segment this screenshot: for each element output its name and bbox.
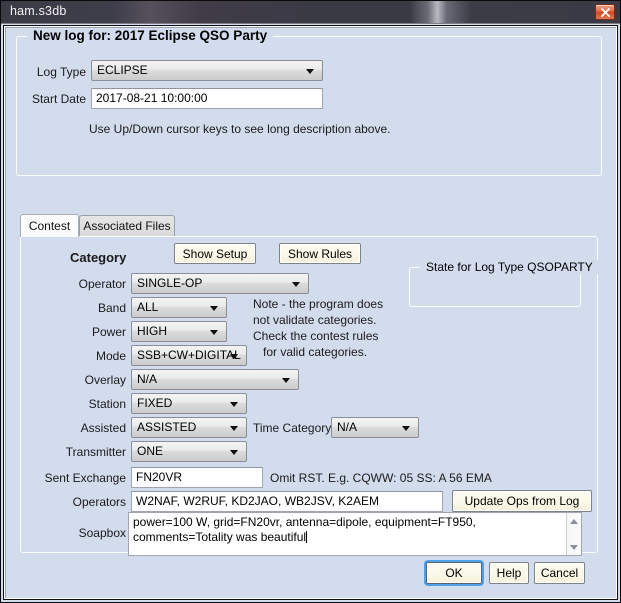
help-button[interactable]: Help xyxy=(489,562,529,584)
band-value: ALL xyxy=(137,300,158,314)
time-category-label: Time Category xyxy=(253,421,331,435)
note-line-2: not validate categories. xyxy=(253,313,376,327)
state-for-log-type-title: State for Log Type QSOPARTY xyxy=(420,260,599,274)
window-title: ham.s3db xyxy=(10,4,67,18)
chevron-down-icon xyxy=(230,354,238,359)
operator-combobox[interactable]: SINGLE-OP xyxy=(131,273,309,294)
note-line-1: Note - the program does xyxy=(253,297,383,311)
chevron-down-icon xyxy=(402,426,410,431)
log-type-label: Log Type xyxy=(16,65,86,79)
chevron-down-icon xyxy=(230,426,238,431)
mode-value: SSB+CW+DIGITAL xyxy=(137,348,241,362)
category-heading: Category xyxy=(70,250,126,265)
transmitter-combobox[interactable]: ONE xyxy=(131,441,247,462)
time-category-combobox[interactable]: N/A xyxy=(331,417,419,438)
operator-label: Operator xyxy=(21,277,126,291)
chevron-down-icon xyxy=(210,306,218,311)
soapbox-label: Soapbox xyxy=(21,526,126,540)
soapbox-value-wrap: power=100 W, grid=FN20vr, antenna=dipole… xyxy=(133,515,557,545)
station-combobox[interactable]: FIXED xyxy=(131,393,247,414)
operators-value: W2NAF, W2RUF, KD2JAO, WB2JSV, K2AEM xyxy=(136,494,379,508)
band-combobox[interactable]: ALL xyxy=(131,297,227,318)
show-rules-button[interactable]: Show Rules xyxy=(279,243,361,264)
sent-exchange-value: FN20VR xyxy=(136,470,182,484)
tab-associated-files-label: Associated Files xyxy=(83,219,170,233)
band-label: Band xyxy=(21,301,126,315)
start-date-input[interactable]: 2017-08-21 10:00:00 xyxy=(91,88,323,109)
assisted-combobox[interactable]: ASSISTED xyxy=(131,417,247,438)
cancel-label: Cancel xyxy=(541,566,578,580)
scroll-up-icon[interactable] xyxy=(567,514,581,528)
tab-associated-files[interactable]: Associated Files xyxy=(79,215,175,236)
chevron-down-icon xyxy=(230,402,238,407)
log-type-combobox[interactable]: ECLIPSE xyxy=(91,60,323,81)
contest-tab-panel: Category Show Setup Show Rules State for… xyxy=(20,236,598,553)
time-category-value: N/A xyxy=(337,420,357,434)
application-window: ham.s3db New log for: 2017 Eclipse QSO P… xyxy=(0,0,621,603)
state-for-log-type-group: State for Log Type QSOPARTY xyxy=(409,267,581,307)
power-combobox[interactable]: HIGH xyxy=(131,321,227,342)
overlay-label: Overlay xyxy=(21,373,126,387)
note-line-4: for valid categories. xyxy=(263,345,367,359)
new-log-group-title: New log for: 2017 Eclipse QSO Party xyxy=(27,28,273,43)
start-date-value: 2017-08-21 10:00:00 xyxy=(96,91,207,105)
close-icon[interactable] xyxy=(595,4,615,20)
update-ops-label: Update Ops from Log xyxy=(465,494,580,508)
operator-value: SINGLE-OP xyxy=(137,276,202,290)
sent-exchange-input[interactable]: FN20VR xyxy=(131,467,263,488)
chevron-down-icon xyxy=(210,330,218,335)
power-value: HIGH xyxy=(137,324,167,338)
mode-label: Mode xyxy=(21,349,126,363)
log-type-value: ECLIPSE xyxy=(97,63,148,77)
chevron-down-icon xyxy=(282,378,290,383)
client-area: New log for: 2017 Eclipse QSO Party Log … xyxy=(5,27,616,598)
chevron-down-icon xyxy=(306,69,314,74)
help-label: Help xyxy=(497,566,522,580)
operators-label: Operators xyxy=(21,495,126,509)
show-setup-button[interactable]: Show Setup xyxy=(174,243,256,264)
soapbox-textarea[interactable]: power=100 W, grid=FN20vr, antenna=dipole… xyxy=(128,512,582,556)
transmitter-value: ONE xyxy=(137,444,163,458)
update-ops-from-log-button[interactable]: Update Ops from Log xyxy=(452,490,592,512)
power-label: Power xyxy=(21,325,126,339)
chevron-down-icon xyxy=(292,282,300,287)
soapbox-scrollbar[interactable] xyxy=(566,513,581,555)
cancel-button[interactable]: Cancel xyxy=(534,562,585,584)
station-value: FIXED xyxy=(137,396,172,410)
chevron-down-icon xyxy=(230,450,238,455)
show-setup-label: Show Setup xyxy=(183,247,248,261)
start-date-label: Start Date xyxy=(11,92,86,106)
cursor-keys-hint: Use Up/Down cursor keys to see long desc… xyxy=(89,122,390,136)
sent-exchange-label: Sent Exchange xyxy=(21,471,126,485)
assisted-value: ASSISTED xyxy=(137,420,196,434)
tab-contest-label: Contest xyxy=(29,219,70,233)
ok-label: OK xyxy=(445,566,462,580)
mode-combobox[interactable]: SSB+CW+DIGITAL xyxy=(131,345,247,366)
sent-exchange-hint: Omit RST. E.g. CQWW: 05 SS: A 56 EMA xyxy=(270,471,492,485)
ok-button[interactable]: OK xyxy=(426,562,482,584)
overlay-combobox[interactable]: N/A xyxy=(131,369,299,390)
operators-input[interactable]: W2NAF, W2RUF, KD2JAO, WB2JSV, K2AEM xyxy=(131,491,443,512)
tab-contest[interactable]: Contest xyxy=(20,214,79,237)
transmitter-label: Transmitter xyxy=(21,445,126,459)
soapbox-value: power=100 W, grid=FN20vr, antenna=dipole… xyxy=(133,515,476,544)
text-caret xyxy=(306,531,307,543)
assisted-label: Assisted xyxy=(21,421,126,435)
title-bar: ham.s3db xyxy=(1,1,620,24)
station-label: Station xyxy=(21,397,126,411)
show-rules-label: Show Rules xyxy=(288,247,352,261)
overlay-value: N/A xyxy=(137,372,157,386)
note-line-3: Check the contest rules xyxy=(253,329,378,343)
scroll-down-icon[interactable] xyxy=(567,540,581,554)
